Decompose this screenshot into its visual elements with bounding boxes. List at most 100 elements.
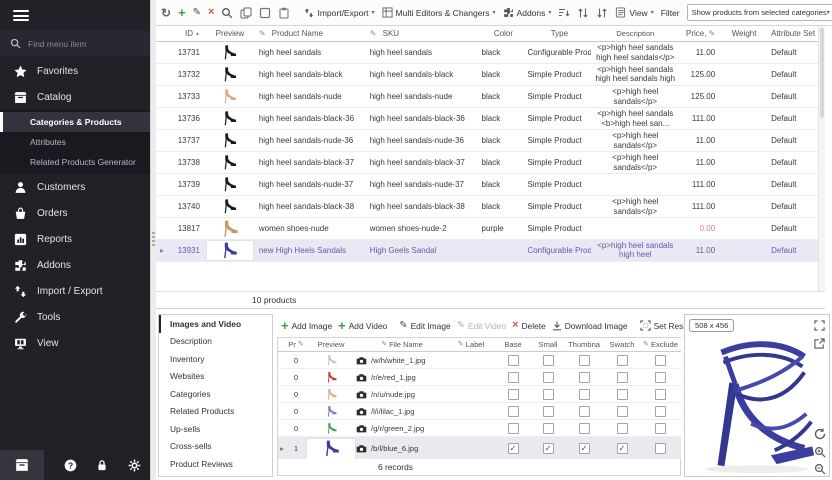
exclude-checkbox[interactable] [655, 406, 666, 417]
tab-images-and-video[interactable]: Images and Video [159, 315, 272, 333]
checkbox-select-button[interactable] [259, 6, 271, 20]
lock-button[interactable] [86, 459, 118, 472]
tab-inventory[interactable]: Inventory [159, 350, 272, 368]
swatch-checkbox[interactable] [617, 355, 628, 366]
base-checkbox[interactable] [508, 406, 519, 417]
settings-button[interactable] [118, 459, 150, 472]
base-checkbox[interactable] [508, 423, 519, 434]
sidebar-item-attributes[interactable]: Attributes [0, 132, 150, 152]
exclude-checkbox[interactable] [655, 372, 666, 383]
edit-product-button[interactable]: ✎ [193, 6, 201, 20]
table-row-selected[interactable]: ▸ 13931 new High Heels SandalsHigh Geels… [156, 240, 825, 262]
table-row[interactable]: 13733 high heel sandals-nudehigh heel sa… [156, 86, 825, 108]
sidebar-item-tools[interactable]: Tools [0, 304, 150, 330]
col-thumbnail[interactable]: Thumbna [564, 340, 604, 349]
paste-button[interactable] [278, 6, 290, 20]
zoom-in-icon[interactable] [813, 445, 826, 458]
table-row[interactable]: 13817 women shoes-nudewomen shoes-nude-2… [156, 218, 825, 240]
add-product-button[interactable]: + [178, 6, 186, 20]
edit-image-button[interactable]: ✎Edit Image [399, 321, 450, 331]
fullscreen-icon[interactable] [813, 319, 826, 332]
thumbnail-checkbox[interactable] [579, 423, 590, 434]
col-small[interactable]: Small [532, 340, 564, 349]
col-description[interactable]: Description [591, 29, 679, 38]
col-attribute-set[interactable]: Attribute Set Name [763, 29, 825, 38]
col-product-name[interactable]: ✎ Product Name [254, 29, 366, 38]
add-video-button[interactable]: +Add Video [338, 319, 387, 332]
sidebar-item-view[interactable]: View [0, 330, 150, 356]
edit-video-button[interactable]: ✎Edit Video [457, 321, 506, 331]
table-row[interactable]: 13736 high heel sandals-black-36high hee… [156, 108, 825, 130]
tab-categories[interactable]: Categories [159, 385, 272, 403]
tab-websites[interactable]: Websites [159, 368, 272, 386]
sidebar-item-categories-products[interactable]: Categories & Products [0, 112, 150, 132]
sort-icon[interactable] [558, 6, 570, 20]
tab-product-reviews[interactable]: Product Reviews [159, 455, 272, 473]
refresh-button[interactable]: ↻ [161, 6, 171, 20]
download-image-button[interactable]: Download Image [552, 321, 628, 331]
sidebar-item-favorites[interactable]: Favorites [0, 58, 150, 84]
col-preview[interactable]: Preview [206, 29, 254, 38]
hamburger-menu-icon[interactable] [13, 10, 29, 21]
base-checkbox[interactable] [508, 372, 519, 383]
thumbnail-checkbox[interactable] [579, 389, 590, 400]
addons-menu[interactable]: Addons▾ [503, 7, 552, 18]
sidebar-item-catalog[interactable]: Catalog [0, 84, 150, 110]
col-id[interactable]: ID▲ [168, 29, 206, 38]
thumbnail-checkbox[interactable] [579, 406, 590, 417]
filter-select[interactable]: Show products from selected categories▾ [687, 4, 832, 21]
table-row[interactable]: 13738 high heel sandals-black-37high hee… [156, 152, 825, 174]
small-checkbox[interactable] [543, 406, 554, 417]
exclude-checkbox[interactable] [655, 355, 666, 366]
table-row[interactable]: 13740 high heel sandals-black-38high hee… [156, 196, 825, 218]
small-checkbox[interactable] [543, 389, 554, 400]
grid-scrollbar[interactable] [818, 26, 825, 291]
copy-button[interactable] [240, 6, 252, 20]
rotate-icon[interactable] [813, 427, 826, 440]
swatch-checkbox[interactable] [617, 406, 628, 417]
thumbnail-checkbox[interactable] [579, 372, 590, 383]
col-file-name[interactable]: ✎File Name [356, 340, 448, 349]
exclude-checkbox[interactable] [655, 443, 666, 454]
sidebar-item-customers[interactable]: Customers [0, 174, 150, 200]
table-row[interactable]: 13739 high heel sandals-nude-37high heel… [156, 174, 825, 196]
image-row[interactable]: 0 /g/r/green_2.jpg [278, 420, 681, 437]
sidebar-item-related-products-generator[interactable]: Related Products Generator [0, 152, 150, 172]
swatch-checkbox[interactable] [617, 389, 628, 400]
tab-description[interactable]: Description [159, 333, 272, 351]
expand-rows-icon[interactable] [577, 6, 589, 20]
small-checkbox[interactable]: ✓ [543, 443, 554, 454]
thumbnail-checkbox[interactable]: ✓ [579, 443, 590, 454]
scrollbar-thumb[interactable] [820, 28, 824, 118]
small-checkbox[interactable] [543, 372, 554, 383]
image-row[interactable]: 0 /w/h/white_1.jpg [278, 352, 681, 369]
multi-editors-menu[interactable]: Multi Editors & Changers▾ [382, 7, 496, 18]
zoom-out-icon[interactable] [813, 462, 826, 475]
col-color[interactable]: Color [478, 29, 526, 38]
small-checkbox[interactable] [543, 355, 554, 366]
collapse-rows-icon[interactable] [596, 6, 608, 20]
col-sku[interactable]: ✎ SKU [366, 29, 478, 38]
image-row[interactable]: 0 /n/u/nude.jpg [278, 386, 681, 403]
add-image-button[interactable]: +Add Image [281, 319, 332, 332]
import-export-menu[interactable]: Import/Export▾ [304, 8, 374, 18]
exclude-checkbox[interactable] [655, 389, 666, 400]
tab-related-products[interactable]: Related Products [159, 403, 272, 421]
base-checkbox[interactable] [508, 355, 519, 366]
swatch-checkbox[interactable] [617, 372, 628, 383]
open-external-icon[interactable] [813, 337, 826, 350]
search-input[interactable] [28, 39, 140, 49]
sidebar-item-import-export[interactable]: Import / Export [0, 278, 150, 304]
help-button[interactable]: ? [54, 459, 86, 472]
col-price[interactable]: Price,✎ [679, 29, 725, 38]
thumbnail-checkbox[interactable] [579, 355, 590, 366]
image-row[interactable]: 0 /r/e/red_1.jpg [278, 369, 681, 386]
store-button[interactable] [0, 450, 44, 480]
delete-image-button[interactable]: ×Delete [512, 320, 546, 331]
swatch-checkbox[interactable]: ✓ [617, 443, 628, 454]
col-preview[interactable]: Preview [306, 340, 356, 349]
swatch-checkbox[interactable] [617, 423, 628, 434]
table-row[interactable]: 13731 high heel sandalshigh heel sandals… [156, 42, 825, 64]
col-base[interactable]: Base [494, 340, 532, 349]
tab-up-sells[interactable]: Up-sells [159, 420, 272, 438]
